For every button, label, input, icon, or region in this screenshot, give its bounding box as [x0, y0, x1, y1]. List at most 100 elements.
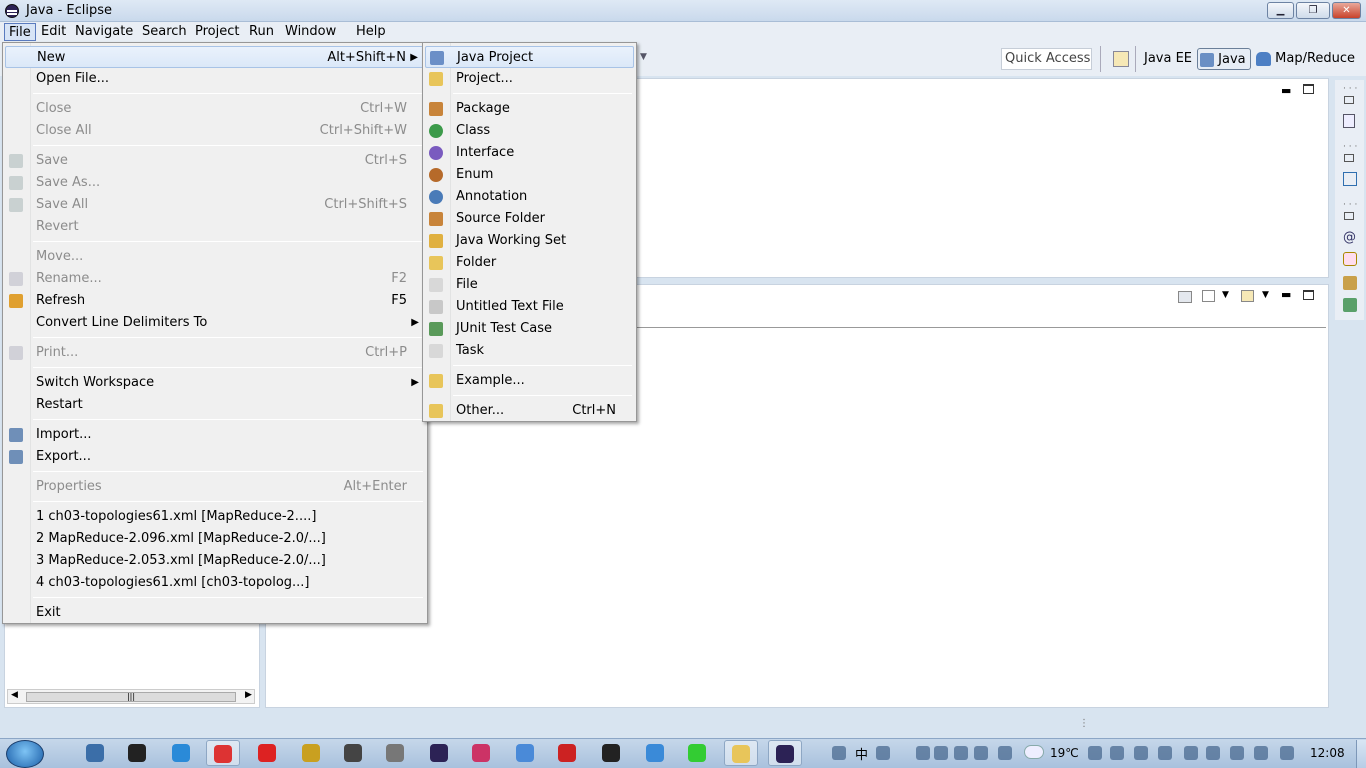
- file-menu-item-save[interactable]: Save Ctrl+S: [5, 150, 425, 172]
- minimize-view-icon-2[interactable]: ▬: [1281, 288, 1291, 301]
- outline-icon[interactable]: [1343, 114, 1355, 128]
- file-menu-item-switch-workspace[interactable]: Switch Workspace ▶: [5, 372, 425, 394]
- taskbar-python-button[interactable]: [78, 740, 112, 766]
- close-button[interactable]: ✕: [1332, 2, 1361, 19]
- maximize-view-icon[interactable]: [1303, 84, 1314, 94]
- tray-device-icon[interactable]: [1230, 746, 1244, 760]
- minimize-button[interactable]: ▁: [1267, 2, 1294, 19]
- menu-edit[interactable]: Edit: [37, 23, 70, 41]
- tray-wechat-icon[interactable]: [1158, 746, 1172, 760]
- new-menu-item-interface[interactable]: Interface: [425, 142, 634, 164]
- taskbar-app-tool-button[interactable]: [378, 740, 412, 766]
- ime-indicator[interactable]: 中: [855, 744, 868, 763]
- taskbar-wechat-button[interactable]: [680, 740, 714, 766]
- new-menu-item-source-folder[interactable]: Source Folder: [425, 208, 634, 230]
- restore-icon-3[interactable]: [1344, 212, 1354, 220]
- menu-project[interactable]: Project: [191, 23, 243, 41]
- tray-up-arrow-icon[interactable]: [1088, 746, 1102, 760]
- file-menu-item-close[interactable]: Close Ctrl+W: [5, 98, 425, 120]
- new-menu-item-other[interactable]: Other... Ctrl+N: [425, 400, 634, 422]
- file-menu-item-save-all[interactable]: Save All Ctrl+Shift+S: [5, 194, 425, 216]
- tray-volume-icon[interactable]: [1280, 746, 1294, 760]
- file-menu-item-refresh[interactable]: Refresh F5: [5, 290, 425, 312]
- toolbar-dropdown-icon[interactable]: ▼: [640, 52, 647, 62]
- tray-moon-icon[interactable]: [876, 746, 890, 760]
- tray-network-icon[interactable]: [998, 746, 1012, 760]
- new-menu-item-annotation[interactable]: Annotation: [425, 186, 634, 208]
- tray-qq-icon[interactable]: [1110, 746, 1124, 760]
- file-menu-item-print[interactable]: Print... Ctrl+P: [5, 342, 425, 364]
- file-menu-item-2-mapreduce-2-096-xml-mapreduce-2-0[interactable]: 2 MapReduce-2.096.xml [MapReduce-2.0/...…: [5, 528, 425, 550]
- perspective-mapreduce[interactable]: Map/Reduce: [1256, 48, 1355, 70]
- new-menu-item-project[interactable]: Project...: [425, 68, 634, 90]
- taskbar-ie-button[interactable]: [164, 740, 198, 766]
- file-menu-item-open-file[interactable]: Open File...: [5, 68, 425, 90]
- new-menu-item-task[interactable]: Task: [425, 340, 634, 362]
- scroll-right-icon[interactable]: ▶: [245, 690, 252, 700]
- view-dropdown-icon[interactable]: ▼: [1222, 290, 1229, 300]
- taskbar-explorer-button[interactable]: [724, 740, 758, 766]
- minimize-view-icon[interactable]: ▬: [1281, 84, 1291, 97]
- taskbar-qq-2-button[interactable]: [594, 740, 628, 766]
- new-menu-item-package[interactable]: Package: [425, 98, 634, 120]
- file-menu-item-restart[interactable]: Restart: [5, 394, 425, 416]
- weather-cloud-icon[interactable]: [1024, 745, 1044, 759]
- view-toolbar-icon[interactable]: [1178, 291, 1192, 303]
- new-menu-item-enum[interactable]: Enum: [425, 164, 634, 186]
- view-menu-icon[interactable]: [1202, 290, 1215, 302]
- taskbar-app-red-button[interactable]: [250, 740, 284, 766]
- taskbar-app-pink-button[interactable]: [464, 740, 498, 766]
- taskbar-chrome-button[interactable]: [206, 740, 240, 766]
- menu-help[interactable]: Help: [352, 23, 390, 41]
- scroll-left-icon[interactable]: ◀: [11, 690, 18, 700]
- file-menu-item-import[interactable]: Import...: [5, 424, 425, 446]
- taskbar-eclipse-active-button[interactable]: [768, 740, 802, 766]
- new-menu-item-java-working-set[interactable]: Java Working Set: [425, 230, 634, 252]
- tray-flag-icon[interactable]: [1206, 746, 1220, 760]
- show-desktop-button[interactable]: [1356, 740, 1366, 768]
- file-menu-item-new[interactable]: New Alt+Shift+N ▶: [5, 46, 425, 68]
- perspective-java[interactable]: Java: [1197, 48, 1251, 70]
- file-menu-item-rename[interactable]: Rename... F2: [5, 268, 425, 290]
- taskbar-app-terminal-button[interactable]: [336, 740, 370, 766]
- taskbar-qq-button[interactable]: [120, 740, 154, 766]
- quick-access-input[interactable]: Quick Access: [1001, 48, 1092, 70]
- file-menu-item-export[interactable]: Export...: [5, 446, 425, 468]
- new-menu-item-junit-test-case[interactable]: JUnit Test Case: [425, 318, 634, 340]
- tray-help-icon[interactable]: [974, 746, 988, 760]
- file-menu-item-properties[interactable]: Properties Alt+Enter: [5, 476, 425, 498]
- view-dropdown-icon-2[interactable]: ▼: [1262, 290, 1269, 300]
- file-menu-item-4-ch03-topologies61-xml-ch03-topolog[interactable]: 4 ch03-topologies61.xml [ch03-topolog...…: [5, 572, 425, 594]
- taskbar-app-yellow-button[interactable]: [294, 740, 328, 766]
- horizontal-scrollbar[interactable]: ◀ ||| ▶: [7, 689, 255, 704]
- javadoc-icon[interactable]: @: [1343, 230, 1356, 245]
- open-perspective-icon[interactable]: [1113, 51, 1129, 67]
- file-menu-item-move[interactable]: Move...: [5, 246, 425, 268]
- tray-bluetooth-icon[interactable]: [1184, 746, 1198, 760]
- taskbar-app-blue-button[interactable]: [508, 740, 542, 766]
- tray-icon-1[interactable]: [832, 746, 846, 760]
- file-menu-item-exit[interactable]: Exit: [5, 602, 425, 624]
- perspective-java-ee[interactable]: Java EE: [1144, 48, 1192, 70]
- new-menu-item-java-project[interactable]: Java Project: [425, 46, 634, 68]
- progress-icon[interactable]: [1343, 298, 1357, 312]
- file-menu-item-close-all[interactable]: Close All Ctrl+Shift+W: [5, 120, 425, 142]
- restore-icon-2[interactable]: [1344, 154, 1354, 162]
- tray-mic-icon[interactable]: [954, 746, 968, 760]
- new-menu-item-example[interactable]: Example...: [425, 370, 634, 392]
- new-menu-item-untitled-text-file[interactable]: Untitled Text File: [425, 296, 634, 318]
- menu-navigate[interactable]: Navigate: [71, 23, 137, 41]
- restore-button[interactable]: ❐: [1296, 2, 1330, 19]
- menu-file[interactable]: File: [4, 23, 36, 41]
- start-button[interactable]: [6, 740, 44, 768]
- new-menu-item-folder[interactable]: Folder: [425, 252, 634, 274]
- file-menu-item-convert-line-delimiters-to[interactable]: Convert Line Delimiters To ▶: [5, 312, 425, 334]
- clock[interactable]: 12:08: [1310, 746, 1345, 760]
- task-list-icon[interactable]: [1343, 276, 1357, 290]
- new-view-icon[interactable]: [1241, 290, 1254, 302]
- file-menu-item-1-ch03-topologies61-xml-mapreduce-2[interactable]: 1 ch03-topologies61.xml [MapReduce-2....…: [5, 506, 425, 528]
- tray-cloud-icon[interactable]: [1134, 746, 1148, 760]
- menu-run[interactable]: Run: [245, 23, 278, 41]
- declaration-icon[interactable]: [1343, 252, 1357, 266]
- hierarchy-icon[interactable]: [1343, 172, 1357, 186]
